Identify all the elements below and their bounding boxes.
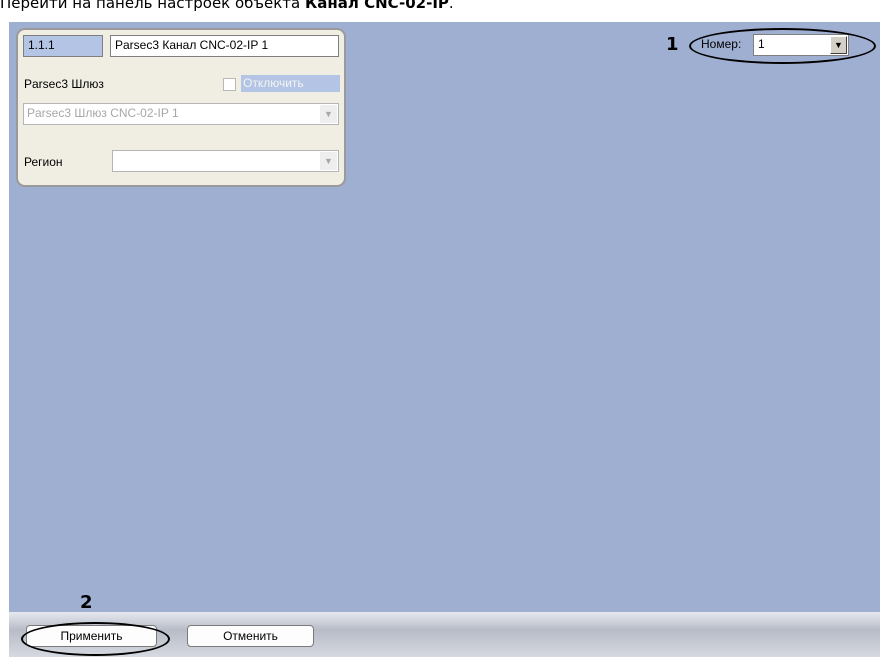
settings-area: 1.1.1 Parsec3 Канал CNC-02-IP 1 Parsec3 … (9, 22, 880, 612)
caption-prefix: Перейти на панель настроек объекта (0, 0, 306, 12)
highlight-ellipse-number (689, 28, 876, 64)
object-name-field[interactable]: Parsec3 Канал CNC-02-IP 1 (110, 35, 339, 57)
object-id-field[interactable]: 1.1.1 (23, 35, 103, 57)
chevron-down-icon: ▼ (320, 105, 337, 123)
region-label: Регион (24, 155, 63, 169)
callout-marker-1: 1 (666, 34, 679, 55)
instruction-caption: Перейти на панель настроек объекта Канал… (0, 0, 891, 12)
chevron-down-icon: ▼ (320, 152, 337, 170)
caption-bold: Канал CNC-02-IP (305, 0, 449, 12)
callout-marker-2: 2 (80, 592, 93, 613)
region-select[interactable]: ▼ (112, 150, 339, 172)
cancel-button[interactable]: Отменить (187, 625, 314, 647)
highlight-ellipse-apply (21, 622, 170, 656)
caption-suffix: . (448, 0, 454, 12)
object-settings-panel: 1.1.1 Parsec3 Канал CNC-02-IP 1 Parsec3 … (16, 28, 346, 187)
disable-checkbox[interactable] (223, 78, 236, 91)
gateway-select-value: Parsec3 Шлюз CNC-02-IP 1 (27, 106, 179, 120)
gateway-select[interactable]: Parsec3 Шлюз CNC-02-IP 1 ▼ (23, 103, 339, 125)
disable-label: Отключить (241, 75, 340, 92)
gateway-label: Parsec3 Шлюз (24, 77, 104, 91)
